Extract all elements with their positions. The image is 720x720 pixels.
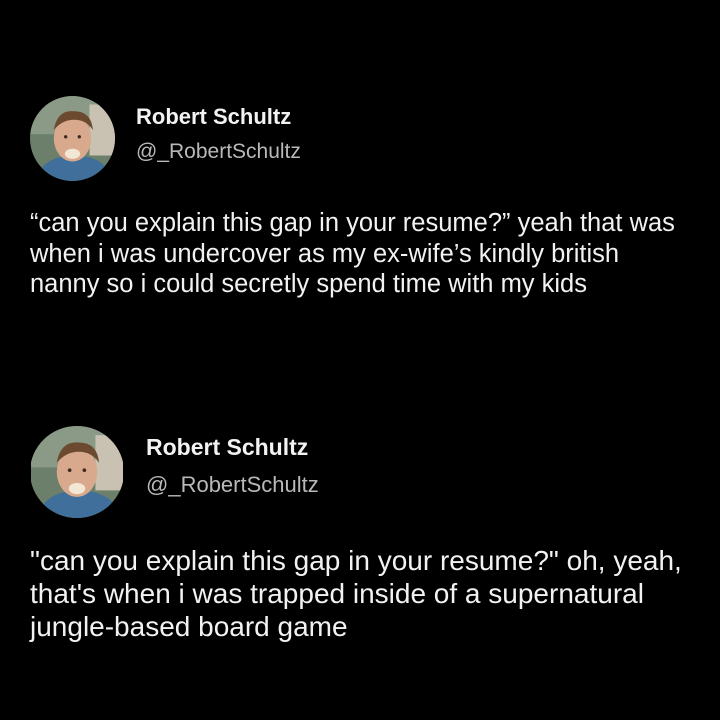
tweet-text: “can you explain this gap in your resume…	[30, 209, 675, 299]
author-name[interactable]: Robert Schultz	[136, 104, 291, 130]
profile-photo-avatar-icon	[31, 426, 123, 518]
avatar[interactable]	[30, 96, 115, 181]
author-handle[interactable]: @_RobertSchultz	[136, 140, 301, 164]
tweet-text: "can you explain this gap in your resume…	[30, 545, 682, 643]
author-name[interactable]: Robert Schultz	[146, 434, 308, 461]
profile-photo-avatar-icon	[30, 96, 115, 181]
author-handle[interactable]: @_RobertSchultz	[146, 472, 319, 498]
avatar[interactable]	[30, 426, 124, 518]
